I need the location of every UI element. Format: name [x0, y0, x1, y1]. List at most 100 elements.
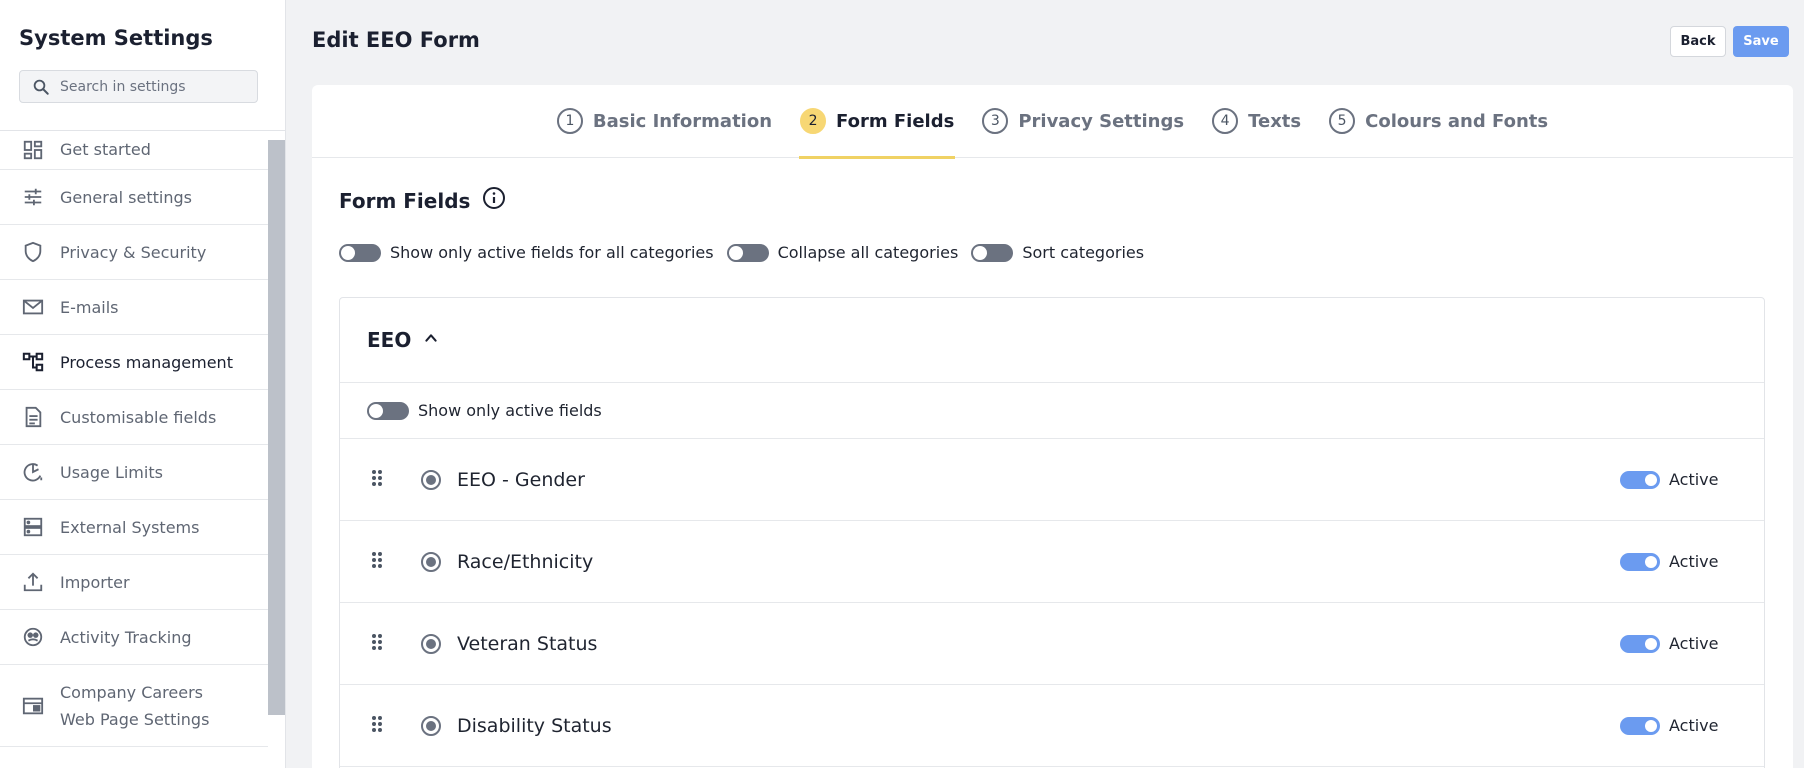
sidebar-scrollbar[interactable]	[268, 140, 285, 715]
form-stepper: 1 Basic Information 2 Form Fields 3 Priv…	[312, 85, 1793, 159]
step-texts[interactable]: 4 Texts	[1211, 85, 1302, 158]
field-row: EEO - Gender Active	[340, 439, 1764, 521]
step-label: Privacy Settings	[1018, 110, 1185, 132]
step-label: Basic Information	[592, 110, 773, 132]
sidebar-item-process-management[interactable]: Process management	[0, 335, 268, 390]
category-title: EEO	[367, 328, 412, 352]
active-fields-all-toggle[interactable]	[339, 243, 381, 262]
section-title: Form Fields	[339, 186, 506, 215]
step-number: 2	[800, 108, 827, 134]
drag-handle-icon[interactable]	[371, 469, 383, 491]
step-form-fields[interactable]: 2 Form Fields	[799, 85, 956, 159]
sidebar-search[interactable]	[19, 70, 258, 103]
mail-icon	[20, 294, 46, 320]
sidebar: System Settings Get started General sett…	[0, 0, 286, 768]
section-title-text: Form Fields	[339, 188, 471, 213]
server-icon	[20, 514, 46, 540]
step-label: Texts	[1248, 110, 1302, 132]
document-icon	[20, 404, 46, 430]
drag-handle-icon[interactable]	[371, 633, 383, 655]
sidebar-item-external-systems[interactable]: External Systems	[0, 500, 268, 555]
process-icon	[20, 349, 46, 375]
step-label: Colours and Fonts	[1365, 110, 1549, 132]
sidebar-item-usage-limits[interactable]: Usage Limits	[0, 445, 268, 500]
status-label: Active	[1669, 552, 1719, 571]
step-number: 5	[1329, 108, 1356, 134]
usage-icon	[20, 459, 46, 485]
sidebar-item-label: Usage Limits	[60, 462, 163, 482]
sort-categories-toggle[interactable]	[971, 243, 1014, 262]
status-label: Active	[1669, 634, 1719, 653]
category-filter: Show only active fields	[340, 383, 1764, 439]
field-type-radio-icon	[421, 469, 441, 490]
sliders-icon	[20, 184, 46, 210]
sidebar-item-label: Get started	[60, 140, 151, 159]
filter-label: Show only active fields	[418, 401, 602, 420]
drag-handle-icon[interactable]	[371, 715, 383, 737]
field-status: Active	[1620, 634, 1719, 653]
field-label: Veteran Status	[457, 632, 598, 655]
save-button[interactable]: Save	[1733, 26, 1789, 57]
field-active-toggle[interactable]	[1620, 716, 1660, 735]
sidebar-item-careers-web-page[interactable]: Company Careers Web Page Settings	[0, 665, 268, 747]
sidebar-item-emails[interactable]: E-mails	[0, 280, 268, 335]
activity-icon	[20, 624, 46, 650]
upload-icon	[20, 569, 46, 595]
step-number: 3	[982, 108, 1009, 134]
sidebar-item-label: Customisable fields	[60, 407, 217, 427]
category-header[interactable]: EEO	[340, 298, 1764, 383]
global-filters: Show only active fields for all categori…	[339, 243, 1157, 262]
field-row: Disability Status Active	[340, 685, 1764, 767]
field-status: Active	[1620, 716, 1719, 735]
filter-label: Sort categories	[1022, 243, 1145, 262]
sidebar-item-label: External Systems	[60, 517, 200, 537]
sidebar-item-general-settings[interactable]: General settings	[0, 170, 268, 225]
sidebar-item-activity-tracking[interactable]: Activity Tracking	[0, 610, 268, 665]
field-label: Disability Status	[457, 714, 612, 737]
step-privacy-settings[interactable]: 3 Privacy Settings	[981, 85, 1185, 158]
page-title: Edit EEO Form	[312, 28, 480, 52]
chevron-up-icon[interactable]	[423, 330, 439, 350]
step-colours-and-fonts[interactable]: 5 Colours and Fonts	[1328, 85, 1549, 158]
drag-handle-icon[interactable]	[371, 551, 383, 573]
filter-label: Show only active fields for all categori…	[390, 243, 714, 262]
back-button[interactable]: Back	[1670, 26, 1726, 57]
sidebar-item-label: General settings	[60, 187, 192, 207]
sidebar-nav: Get started General settings Privacy & S…	[0, 130, 268, 747]
field-type-radio-icon	[421, 551, 441, 572]
sidebar-item-customisable-fields[interactable]: Customisable fields	[0, 390, 268, 445]
active-fields-toggle[interactable]	[367, 401, 409, 420]
sidebar-item-label: Company Careers Web Page Settings	[60, 682, 210, 729]
field-status: Active	[1620, 470, 1719, 489]
info-icon[interactable]	[482, 186, 506, 215]
step-number: 4	[1212, 108, 1239, 134]
sidebar-item-label: Activity Tracking	[60, 627, 192, 647]
sidebar-item-label: E-mails	[60, 297, 119, 317]
sidebar-item-privacy-security[interactable]: Privacy & Security	[0, 225, 268, 280]
collapse-all-toggle[interactable]	[726, 243, 769, 262]
field-active-toggle[interactable]	[1620, 552, 1660, 571]
step-number: 1	[556, 108, 583, 134]
field-row: Veteran Status Active	[340, 603, 1764, 685]
webpage-icon	[20, 693, 46, 719]
field-status: Active	[1620, 552, 1719, 571]
form-card: 1 Basic Information 2 Form Fields 3 Priv…	[312, 85, 1793, 768]
sidebar-item-importer[interactable]: Importer	[0, 555, 268, 610]
step-label: Form Fields	[836, 110, 955, 132]
field-label: Race/Ethnicity	[457, 550, 594, 573]
field-active-toggle[interactable]	[1620, 634, 1660, 653]
field-type-radio-icon	[421, 633, 441, 654]
status-label: Active	[1669, 716, 1719, 735]
status-label: Active	[1669, 470, 1719, 489]
field-active-toggle[interactable]	[1620, 470, 1660, 489]
dashboard-icon	[20, 137, 46, 163]
field-label: EEO - Gender	[457, 468, 585, 491]
search-input[interactable]	[60, 78, 250, 95]
filter-label: Collapse all categories	[777, 243, 959, 262]
category-eeo: EEO Show only active fields EEO - Gender…	[339, 297, 1765, 768]
sidebar-item-get-started[interactable]: Get started	[0, 130, 268, 170]
sidebar-item-label: Process management	[60, 352, 233, 372]
step-basic-information[interactable]: 1 Basic Information	[556, 85, 773, 158]
sidebar-item-label: Importer	[60, 572, 130, 592]
sidebar-title: System Settings	[19, 26, 213, 50]
